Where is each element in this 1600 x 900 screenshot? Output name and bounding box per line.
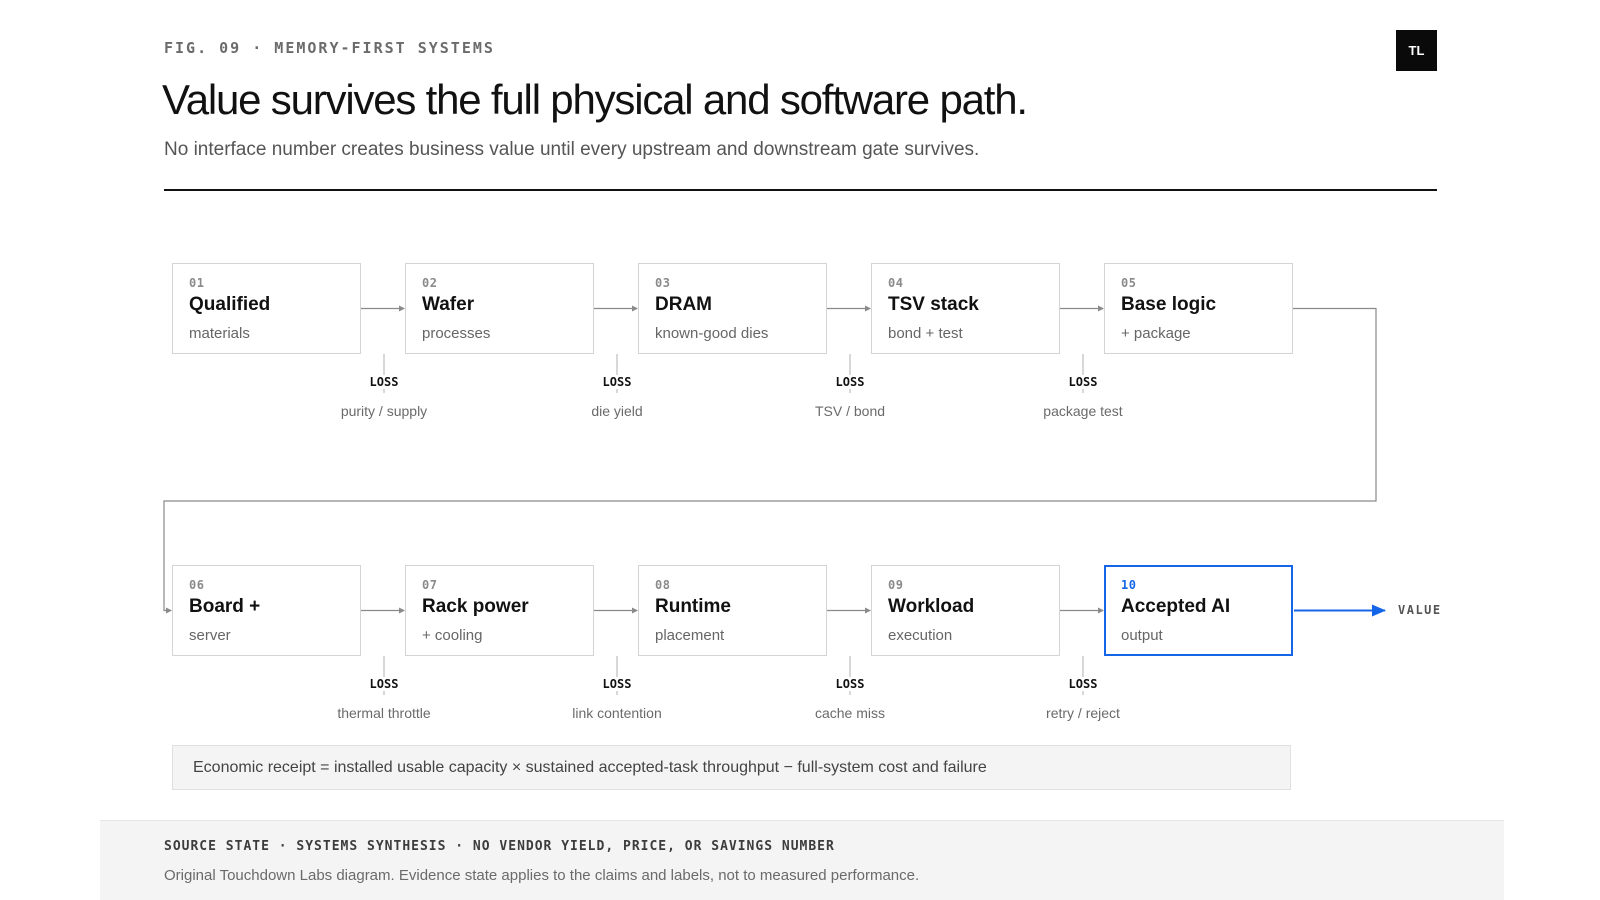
loss-tag: LOSS [1043,677,1123,691]
source-state: SOURCE STATE · SYSTEMS SYNTHESIS · NO VE… [164,839,835,854]
loss-note: link contention [572,705,662,721]
header-divider [164,189,1437,191]
loss-tag: LOSS [344,375,424,389]
loss-note: package test [1043,403,1123,419]
stage-name: Accepted AI [1121,596,1231,617]
loss-note: cache miss [814,705,886,721]
stage-node-10: 10 Accepted AI output [1104,565,1293,656]
stage-name: TSV stack [888,294,979,315]
stage-detail: output [1121,627,1163,644]
stage-node-03: 03 DRAM known-good dies [638,263,827,354]
stage-number: 01 [189,276,205,290]
source-footer: SOURCE STATE · SYSTEMS SYNTHESIS · NO VE… [100,820,1504,900]
stage-number: 09 [888,578,904,592]
loss-tag: LOSS [1043,375,1123,389]
page-title: Value survives the full physical and sof… [162,76,1028,123]
economic-receipt: Economic receipt = installed usable capa… [172,745,1291,790]
stage-node-08: 08 Runtime placement [638,565,827,656]
loss-tag: LOSS [344,677,424,691]
stage-detail: processes [422,325,491,342]
loss-tag: LOSS [810,677,890,691]
stage-name: Runtime [655,596,731,617]
loss-note: purity / supply [340,403,428,419]
stage-detail: placement [655,627,725,644]
figure-eyebrow: FIG. 09 · MEMORY-FIRST SYSTEMS [164,39,495,57]
stage-node-01: 01 Qualified materials [172,263,361,354]
stage-detail: known-good dies [655,325,769,342]
stage-node-07: 07 Rack power + cooling [405,565,594,656]
loss-note: TSV / bond [814,403,886,419]
stage-detail: bond + test [888,325,963,342]
stage-number: 04 [888,276,904,290]
page-subtitle: No interface number creates business val… [164,139,980,160]
stage-number: 10 [1121,578,1137,592]
stage-node-05: 05 Base logic + package [1104,263,1293,354]
stage-name: Base logic [1121,294,1217,315]
stage-name: Wafer [422,294,475,315]
stage-name: Board + [189,596,261,617]
stage-name: DRAM [655,294,712,315]
stage-detail: materials [189,325,250,342]
loss-tag: LOSS [577,375,657,389]
stage-detail: execution [888,627,953,644]
stage-node-02: 02 Wafer processes [405,263,594,354]
stage-number: 06 [189,578,205,592]
stage-detail: server [189,627,231,644]
stage-number: 03 [655,276,671,290]
stage-node-09: 09 Workload execution [871,565,1060,656]
stage-number: 07 [422,578,438,592]
stage-detail: + package [1121,325,1191,342]
stage-number: 05 [1121,276,1137,290]
loss-note: retry / reject [1046,705,1120,721]
loss-note: thermal throttle [337,705,431,721]
loss-tag: LOSS [810,375,890,389]
value-label: VALUE [1398,603,1442,617]
stage-name: Rack power [422,596,529,617]
stage-node-04: 04 TSV stack bond + test [871,263,1060,354]
brand-logo: TL [1396,30,1437,71]
source-note: Original Touchdown Labs diagram. Evidenc… [164,867,920,884]
stage-name: Workload [888,596,975,617]
stage-name: Qualified [189,294,271,315]
stage-number: 08 [655,578,671,592]
stage-detail: + cooling [422,627,483,644]
loss-tag: LOSS [577,677,657,691]
stage-node-06: 06 Board + server [172,565,361,656]
loss-note: die yield [591,403,643,419]
stage-number: 02 [422,276,438,290]
